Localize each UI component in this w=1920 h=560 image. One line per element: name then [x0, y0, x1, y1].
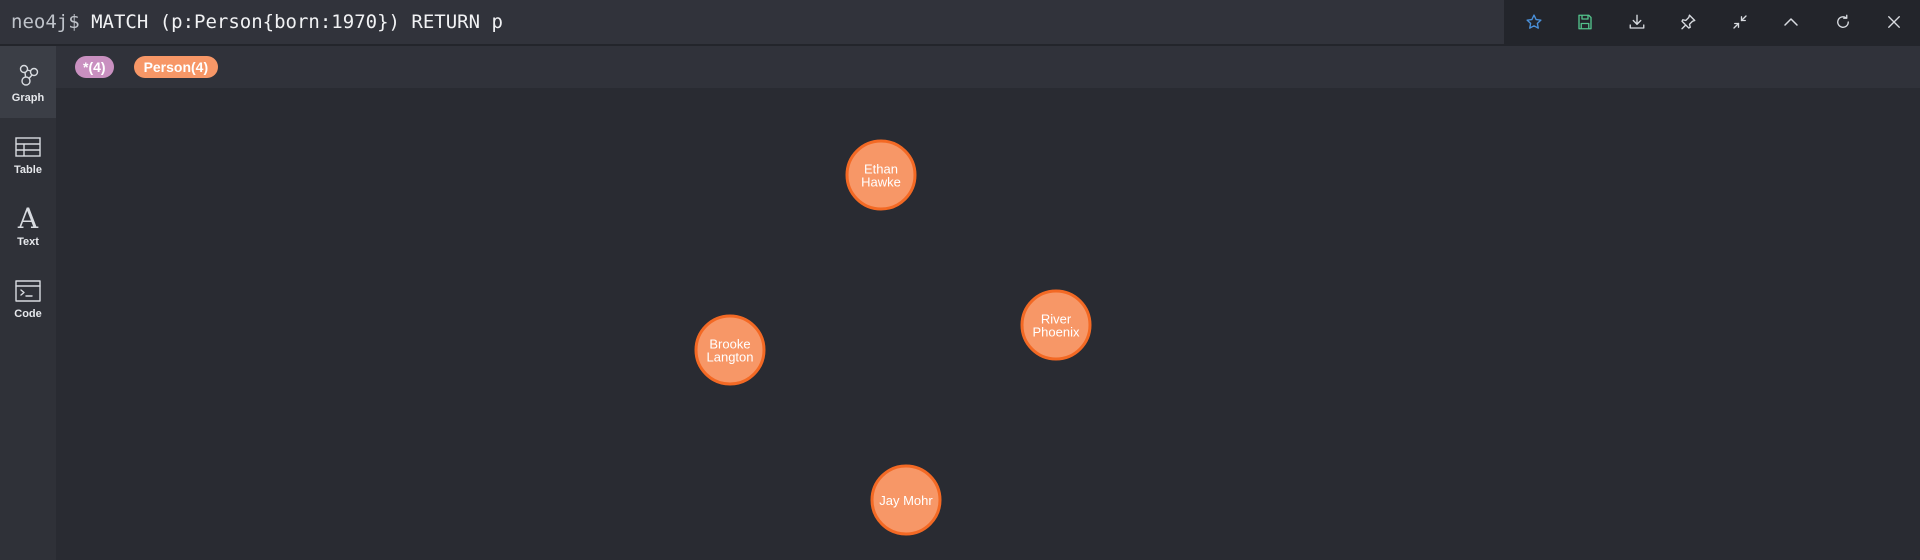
- save-button[interactable]: [1565, 2, 1605, 42]
- graph-legend: *(4) Person(4): [56, 46, 1920, 88]
- node-brooke-langton[interactable]: BrookeLangton: [694, 314, 766, 386]
- code-icon: [15, 279, 41, 302]
- query-editor[interactable]: neo4j$ MATCH (p:Person{born:1970}) RETUR…: [0, 0, 1504, 44]
- node-caption: Langton: [707, 350, 754, 365]
- refresh-button[interactable]: [1823, 2, 1863, 42]
- chevron-up-icon: [1784, 18, 1798, 26]
- sidebar-item-label: Text: [17, 235, 39, 248]
- download-icon: [1629, 14, 1645, 29]
- sidebar-item-code[interactable]: Code: [0, 262, 56, 334]
- text-icon: A: [17, 201, 39, 235]
- sidebar-item-label: Graph: [11, 91, 45, 104]
- node-caption: Hawke: [861, 175, 901, 190]
- favorite-button[interactable]: [1514, 2, 1554, 42]
- node-river-phoenix[interactable]: RiverPhoenix: [1020, 289, 1092, 361]
- node-caption: Phoenix: [1033, 325, 1080, 340]
- favorite-star-icon: [1526, 14, 1542, 29]
- pin-icon: [1681, 14, 1696, 30]
- download-button[interactable]: [1617, 2, 1657, 42]
- close-button[interactable]: [1874, 2, 1914, 42]
- graph-icon: [19, 64, 39, 86]
- node-caption: Jay Mohr: [879, 493, 933, 508]
- sidebar-item-graph[interactable]: Graph: [0, 46, 56, 118]
- sidebar-item-label: Table: [14, 163, 42, 176]
- collapse-icon: [1733, 15, 1747, 29]
- top-bar: neo4j$ MATCH (p:Person{born:1970}) RETUR…: [0, 0, 1920, 46]
- person-label-pill[interactable]: Person(4): [133, 56, 219, 78]
- view-sidebar: Graph Table A Text Code: [0, 46, 56, 560]
- frame-actions: [1508, 0, 1920, 44]
- pin-button[interactable]: [1668, 2, 1708, 42]
- graph-visualization[interactable]: EthanHawke RiverPhoenix BrookeLangton Jay M…: [56, 88, 1920, 560]
- node-ethan-hawke[interactable]: EthanHawke: [845, 139, 917, 211]
- sidebar-item-table[interactable]: Table: [0, 118, 56, 190]
- chevron-up-button[interactable]: [1771, 2, 1811, 42]
- all-nodes-pill[interactable]: *(4): [75, 56, 114, 78]
- graph-canvas[interactable]: Ethan Hawke River Phoenix Brooke Langton Jay M…: [56, 88, 1920, 560]
- save-icon: [1578, 14, 1592, 30]
- table-icon: [15, 136, 41, 157]
- sidebar-item-text[interactable]: A Text: [0, 190, 56, 262]
- sidebar-item-label: Code: [14, 307, 42, 320]
- query-text[interactable]: MATCH (p:Person{born:1970}) RETURN p: [91, 11, 503, 33]
- editor-prompt: neo4j$: [11, 11, 80, 33]
- node-jay-mohr[interactable]: Jay Mohr: [870, 464, 942, 536]
- collapse-button[interactable]: [1720, 2, 1760, 42]
- refresh-icon: [1836, 14, 1849, 28]
- close-icon: [1888, 16, 1901, 28]
